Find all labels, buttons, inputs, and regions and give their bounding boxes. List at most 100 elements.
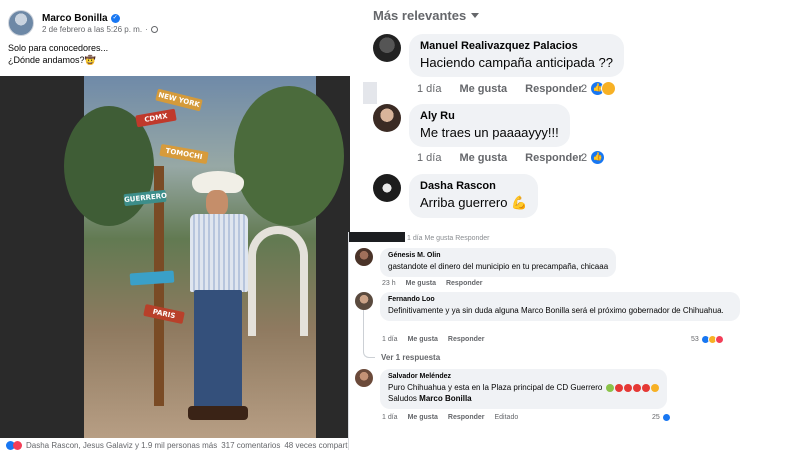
comment-time[interactable]: 1 día — [382, 336, 398, 343]
comment-text: Definitivamente y ya sin duda alguna Mar… — [388, 306, 724, 315]
reactors-text[interactable]: Dasha Rascon, Jesus Galaviz y 1.9 mil pe… — [26, 441, 217, 450]
commenter-avatar[interactable] — [373, 174, 401, 202]
comment-reactions[interactable]: 53 — [691, 335, 724, 344]
comment-bubble: Salvador Meléndez Puro Chihuahua y esta … — [380, 369, 667, 409]
comment-actions: 1 día Me gusta Responder Editado — [382, 414, 518, 421]
post-photo[interactable]: NEW YORK CDMX TOMOCHI GUERRERO PARIS — [0, 76, 350, 438]
comment-bubble: Manuel Realivazquez Palacios Haciendo ca… — [409, 34, 624, 77]
comment-bubble: Génesis M. Olin gastandote el dinero del… — [380, 248, 617, 277]
dark-strip — [349, 232, 405, 242]
like-button[interactable]: Me gusta — [408, 336, 438, 343]
like-button[interactable]: Me gusta — [408, 414, 438, 421]
sign-newyork: NEW YORK — [155, 88, 203, 112]
comment-bubble: Aly Ru Me traes un paaaayyy!!! — [409, 104, 570, 147]
comment-time[interactable]: 23 h — [382, 280, 396, 287]
author-row: Marco Bonilla ✓ — [42, 13, 158, 24]
commenter-avatar[interactable] — [373, 104, 401, 132]
sign-blank — [129, 270, 175, 286]
commenter-avatar[interactable] — [355, 292, 373, 310]
comment: Salvador Meléndez Puro Chihuahua y esta … — [355, 369, 667, 409]
reaction-count: 2 — [581, 82, 588, 95]
view-replies-link[interactable]: Ver 1 respuesta — [381, 353, 440, 362]
comment-reactions[interactable]: 2 👍 — [581, 150, 606, 165]
comment-text: Arriba guerrero 💪 — [420, 195, 528, 210]
like-icon: 👍 — [590, 150, 606, 165]
comment-text: Puro Chihuahua y esta en la Plaza princi… — [388, 382, 659, 404]
post-time-row: 2 de febrero a las 5:26 p. m. · — [42, 25, 158, 34]
commenter-name[interactable]: Dasha Rascon — [420, 180, 527, 192]
mention-link[interactable]: Marco Bonilla — [419, 394, 471, 403]
comment-text: gastandote el dinero del municipio en tu… — [388, 262, 609, 271]
comment-reactions[interactable]: 2 👍 — [581, 81, 617, 96]
faded-actions: 1 día Me gusta Responder — [407, 235, 490, 242]
verified-badge-icon: ✓ — [110, 13, 120, 23]
tree-shape — [234, 86, 344, 226]
man-face — [206, 190, 228, 216]
hand-emoji-icon — [650, 383, 659, 392]
like-button[interactable]: Me gusta — [459, 152, 507, 164]
commenter-name[interactable]: Fernando Loo — [388, 296, 732, 303]
reply-button[interactable]: Responder — [525, 83, 582, 95]
commenter-name[interactable]: Salvador Meléndez — [388, 373, 659, 380]
post-reactions-bar[interactable]: Dasha Rascon, Jesus Galaviz y 1.9 mil pe… — [6, 440, 358, 450]
comment-time[interactable]: 1 día — [382, 414, 398, 421]
commenter-name[interactable]: Manuel Realivazquez Palacios — [420, 40, 613, 52]
comment-reactions[interactable]: 25 — [652, 413, 671, 422]
photo-scene: NEW YORK CDMX TOMOCHI GUERRERO PARIS — [64, 76, 344, 438]
edited-label: Editado — [494, 414, 519, 421]
like-button[interactable]: Me gusta — [406, 280, 436, 287]
author-avatar[interactable] — [8, 10, 34, 36]
red-apple-emoji-icon — [623, 383, 632, 392]
comments-panel: Más relevantes Manuel Realivazquez Palac… — [363, 0, 800, 232]
sort-dropdown[interactable]: Más relevantes — [373, 8, 480, 23]
comment-time[interactable]: 1 día — [417, 152, 441, 164]
man-pants — [194, 290, 242, 410]
comment: Fernando Loo Definitivamente y ya sin du… — [355, 292, 740, 321]
author-name[interactable]: Marco Bonilla — [42, 13, 108, 24]
man-shirt — [190, 214, 248, 292]
comment: Manuel Realivazquez Palacios Haciendo ca… — [373, 34, 624, 77]
commenter-avatar[interactable] — [373, 34, 401, 62]
comment-text: Haciendo campaña anticipada ?? — [420, 55, 613, 70]
post-timestamp[interactable]: 2 de febrero a las 5:26 p. m. — [42, 25, 142, 34]
sign-cdmx: CDMX — [135, 108, 177, 128]
reaction-count: 2 — [581, 151, 588, 164]
comment-actions: 1 día Me gusta Responder — [417, 152, 583, 164]
separator: · — [145, 24, 148, 34]
love-reaction-icon — [13, 440, 22, 450]
love-icon — [714, 335, 724, 344]
comment: Aly Ru Me traes un paaaayyy!!! — [373, 104, 570, 147]
green-apple-emoji-icon — [605, 383, 614, 392]
reply-button[interactable]: Responder — [448, 336, 485, 343]
commenter-name[interactable]: Aly Ru — [420, 110, 559, 122]
lower-comments-panel: 1 día Me gusta Responder Génesis M. Olin… — [348, 232, 740, 450]
reply-button[interactable]: Responder — [448, 414, 485, 421]
commenter-name[interactable]: Génesis M. Olin — [388, 252, 608, 259]
sign-tomochi: TOMOCHI — [159, 143, 209, 165]
post-text-line-1: Solo para conocedores... — [8, 43, 109, 53]
commenter-avatar[interactable] — [355, 369, 373, 387]
comment-bubble: Dasha Rascon Arriba guerrero 💪 — [409, 174, 539, 218]
red-apple-emoji-icon — [641, 383, 650, 392]
comment-text: Me traes un paaaayyy!!! — [420, 125, 559, 140]
like-icon — [661, 413, 671, 422]
comment-actions: 1 día Me gusta Responder — [417, 83, 583, 95]
commenter-avatar[interactable] — [355, 248, 373, 266]
comment-time[interactable]: 1 día — [417, 83, 441, 95]
comments-count[interactable]: 317 comentarios — [221, 441, 280, 450]
post-header: Marco Bonilla ✓ 2 de febrero a las 5:26 … — [8, 10, 158, 36]
caret-down-icon — [471, 13, 480, 18]
sign-paris: PARIS — [143, 303, 185, 325]
facebook-post: Marco Bonilla ✓ 2 de febrero a las 5:26 … — [0, 0, 358, 450]
haha-icon — [601, 81, 617, 96]
comment-actions: 1 día Me gusta Responder — [382, 336, 484, 343]
like-button[interactable]: Me gusta — [459, 83, 507, 95]
comment-bubble: Fernando Loo Definitivamente y ya sin du… — [380, 292, 740, 321]
reply-button[interactable]: Responder — [446, 280, 483, 287]
comment-text-line-2: Saludos — [388, 394, 417, 403]
comment: Génesis M. Olin gastandote el dinero del… — [355, 248, 617, 277]
reply-button[interactable]: Responder — [525, 152, 582, 164]
screenshot-collage: Marco Bonilla ✓ 2 de febrero a las 5:26 … — [0, 0, 800, 450]
scrollbar-thumb[interactable] — [363, 82, 377, 104]
globe-icon — [150, 25, 158, 33]
